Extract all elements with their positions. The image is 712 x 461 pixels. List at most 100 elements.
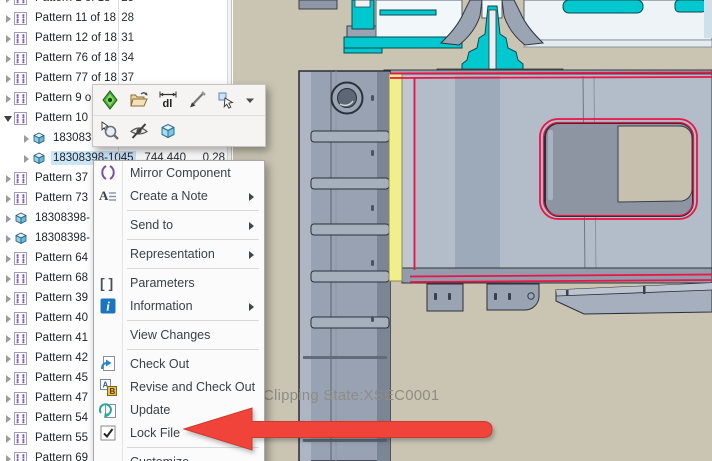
- tree-item-value: 28: [121, 12, 134, 24]
- menu-item-label: Lock File: [130, 426, 181, 440]
- expand-arrow-icon[interactable]: [3, 173, 14, 184]
- menu-item-lock-file[interactable]: Lock File: [94, 422, 264, 445]
- tree-item-label[interactable]: Pattern 41: [33, 331, 90, 345]
- menu-item-revise-and-check-out[interactable]: A B Revise and Check Out: [94, 376, 264, 399]
- submenu-arrow-icon: [249, 250, 254, 259]
- cad-main-panel: [383, 69, 712, 284]
- menu-item-update[interactable]: Update: [94, 399, 264, 422]
- expand-arrow-icon[interactable]: [3, 373, 14, 384]
- preview-icon[interactable]: [99, 120, 121, 142]
- expand-arrow-icon[interactable]: [3, 213, 14, 224]
- select-filter-icon[interactable]: [215, 89, 237, 111]
- collapse-arrow-icon[interactable]: [3, 113, 14, 124]
- tree-item-label[interactable]: Pattern 42: [33, 351, 90, 365]
- menu-item-customize[interactable]: Customize: [94, 451, 264, 461]
- tree-item-label[interactable]: Pattern 55: [33, 431, 90, 445]
- pattern-icon: [14, 351, 29, 365]
- locate-icon[interactable]: [99, 89, 121, 111]
- tree-item-label[interactable]: Pattern 1 of 18: [33, 0, 112, 5]
- expand-arrow-icon[interactable]: [3, 233, 14, 244]
- open-icon[interactable]: [128, 89, 150, 111]
- part-icon: [32, 151, 47, 165]
- dimension-icon[interactable]: dl: [157, 89, 179, 111]
- menu-item-information[interactable]: i Information: [94, 295, 264, 318]
- pattern-icon: [14, 191, 29, 205]
- submenu-arrow-icon: [249, 221, 254, 230]
- tree-item-value: 37: [121, 72, 134, 84]
- tree-item-label[interactable]: Pattern 45: [33, 371, 90, 385]
- hide-icon[interactable]: [128, 120, 150, 142]
- expand-arrow-icon[interactable]: [3, 393, 14, 404]
- tree-item-label[interactable]: Pattern 76 of 18: [33, 51, 119, 65]
- pattern-icon: [14, 411, 29, 425]
- expand-arrow-icon[interactable]: [3, 193, 14, 204]
- tree-row[interactable]: Pattern 1 of 18 25: [0, 0, 227, 8]
- expand-arrow-icon[interactable]: [3, 453, 14, 461]
- tree-item-label[interactable]: Pattern 37: [33, 171, 90, 185]
- tree-item-label[interactable]: Pattern 73: [33, 191, 90, 205]
- tree-item-label[interactable]: Pattern 77 of 18: [33, 71, 119, 85]
- pattern-icon: [14, 271, 29, 285]
- pattern-icon: [14, 451, 29, 461]
- menu-item-label: Mirror Component: [130, 166, 231, 180]
- expand-arrow-icon[interactable]: [3, 353, 14, 364]
- menu-item-mirror-component[interactable]: Mirror Component: [94, 162, 264, 185]
- tree-item-label[interactable]: 18308398-: [33, 211, 92, 225]
- parameters-icon: [ ]: [98, 273, 118, 293]
- menu-item-create-a-note[interactable]: A Create a Note: [94, 185, 264, 208]
- measure-icon[interactable]: [186, 89, 208, 111]
- menu-item-view-changes[interactable]: View Changes: [94, 324, 264, 347]
- tree-item-label[interactable]: Pattern 10: [33, 111, 90, 125]
- pattern-icon: [14, 71, 29, 85]
- tree-row[interactable]: Pattern 76 of 18 34: [0, 48, 227, 68]
- tree-item-label[interactable]: Pattern 54: [33, 411, 90, 425]
- part-icon: [14, 231, 29, 245]
- expand-arrow-icon[interactable]: [3, 53, 14, 64]
- expand-arrow-icon[interactable]: [3, 93, 14, 104]
- tree-row[interactable]: Pattern 12 of 18 31: [0, 28, 227, 48]
- tree-row[interactable]: Pattern 11 of 18 28: [0, 8, 227, 28]
- expand-arrow-icon[interactable]: [3, 333, 14, 344]
- expand-arrow-icon[interactable]: [3, 273, 14, 284]
- tree-item-label[interactable]: 18308398-: [33, 231, 92, 245]
- expand-arrow-icon[interactable]: [3, 313, 14, 324]
- menu-item-send-to[interactable]: Send to: [94, 214, 264, 237]
- tree-item-label[interactable]: Pattern 12 of 18: [33, 31, 119, 45]
- tree-item-label[interactable]: Pattern 39: [33, 291, 90, 305]
- expand-arrow-icon[interactable]: [3, 413, 14, 424]
- application-window: { "colors": { "cad-background": "#cac5b3…: [0, 0, 712, 461]
- menu-item-check-out[interactable]: Check Out: [94, 353, 264, 376]
- menu-item-label: Check Out: [130, 357, 190, 371]
- pattern-icon: [14, 171, 29, 185]
- tree-item-value: 25: [119, 0, 134, 4]
- expand-arrow-icon[interactable]: [21, 133, 32, 144]
- expand-arrow-icon[interactable]: [3, 253, 14, 264]
- tree-item-label[interactable]: Pattern 68: [33, 271, 90, 285]
- tree-item-label[interactable]: Pattern 11 of 18: [33, 11, 118, 25]
- revise-and-check-out-icon: AB: [98, 377, 118, 397]
- expand-arrow-icon[interactable]: [3, 13, 14, 24]
- menu-item-label: Update: [130, 403, 171, 417]
- tree-item-label[interactable]: Pattern 69: [33, 451, 90, 461]
- dropdown-arrow-icon[interactable]: [244, 89, 256, 111]
- pattern-icon: [14, 391, 29, 405]
- expand-arrow-icon[interactable]: [21, 153, 32, 164]
- svg-text:A: A: [99, 188, 109, 203]
- tree-item-label[interactable]: Pattern 47: [33, 391, 90, 405]
- shaded-view-icon[interactable]: [157, 120, 179, 142]
- expand-arrow-icon[interactable]: [3, 73, 14, 84]
- mirror-icon: [98, 163, 118, 183]
- submenu-arrow-icon: [249, 192, 254, 201]
- tree-item-label[interactable]: Pattern 64: [33, 251, 90, 265]
- expand-arrow-icon[interactable]: [3, 293, 14, 304]
- clipping-state-label: Clipping State:XSEC0001: [263, 387, 440, 404]
- tree-item-label[interactable]: Pattern 9 o: [33, 91, 93, 105]
- expand-arrow-icon[interactable]: [3, 0, 14, 4]
- tree-item-label[interactable]: Pattern 40: [33, 311, 90, 325]
- menu-item-parameters[interactable]: [ ] Parameters: [94, 272, 264, 295]
- mini-toolbar-row: [93, 115, 265, 146]
- expand-arrow-icon[interactable]: [3, 433, 14, 444]
- menu-item-representation[interactable]: Representation: [94, 243, 264, 266]
- pattern-icon: [14, 431, 29, 445]
- expand-arrow-icon[interactable]: [3, 33, 14, 44]
